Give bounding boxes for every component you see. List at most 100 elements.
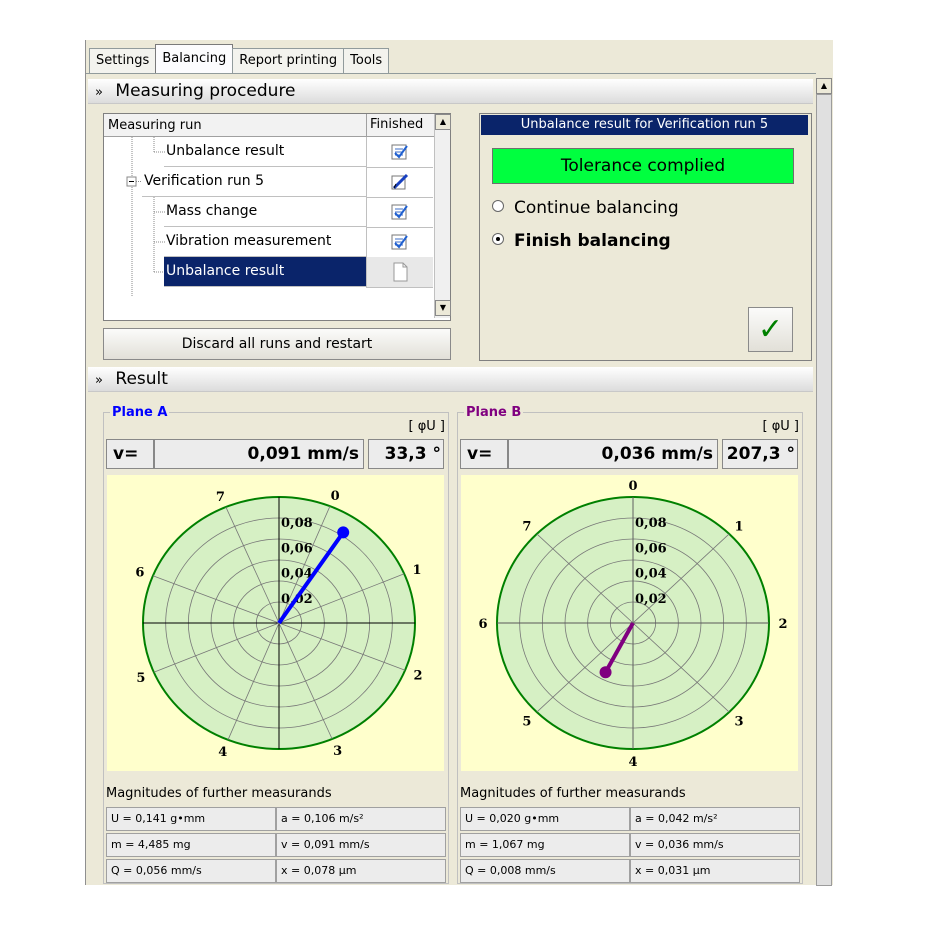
done-checklist-icon bbox=[391, 234, 408, 250]
measurand-cell: U = 0,141 g•mm bbox=[106, 807, 276, 831]
tab-bar: Settings Balancing Report printing Tools bbox=[89, 43, 390, 73]
finished-cell bbox=[366, 257, 433, 288]
measurand-cell: Q = 0,008 mm/s bbox=[460, 859, 630, 883]
result-header[interactable]: » Result bbox=[88, 367, 813, 392]
blank-page-icon bbox=[393, 262, 408, 282]
measuring-procedure-title: Measuring procedure bbox=[115, 81, 296, 101]
radio-label: Finish balancing bbox=[514, 231, 671, 251]
ring-label: 0,08 bbox=[281, 516, 313, 531]
v-label: v= bbox=[460, 439, 508, 469]
column-measuring-run[interactable]: Measuring run bbox=[108, 118, 202, 133]
tree-row[interactable]: Verification run 5 bbox=[104, 167, 434, 198]
finished-cell bbox=[366, 137, 433, 168]
scrollbar-thumb[interactable] bbox=[816, 94, 832, 886]
main-scrollbar[interactable]: ▲ bbox=[816, 78, 832, 886]
tree-row[interactable]: Unbalance result bbox=[104, 137, 434, 168]
tab-divider bbox=[86, 73, 816, 74]
tab-report-printing[interactable]: Report printing bbox=[232, 48, 345, 73]
sector-label: 4 bbox=[628, 755, 637, 770]
tree-row-selected[interactable]: Unbalance result bbox=[104, 257, 434, 288]
ring-label: 0,02 bbox=[635, 592, 667, 607]
tree-row[interactable]: Vibration measurement bbox=[104, 227, 434, 258]
finish-balancing-radio[interactable]: Finish balancing bbox=[492, 231, 671, 251]
velocity-row: v= 0,091 mm/s 33,3 ° bbox=[106, 439, 444, 469]
tab-balancing[interactable]: Balancing bbox=[155, 44, 234, 73]
measurand-cell: Q = 0,056 mm/s bbox=[106, 859, 276, 883]
scroll-up-arrow-icon[interactable]: ▲ bbox=[816, 78, 832, 94]
collapse-chevron-icon[interactable]: » bbox=[88, 81, 110, 105]
tab-settings[interactable]: Settings bbox=[89, 48, 157, 73]
continue-balancing-radio[interactable]: Continue balancing bbox=[492, 198, 679, 218]
collapse-chevron-icon[interactable]: » bbox=[88, 369, 110, 393]
radio-label: Continue balancing bbox=[514, 198, 679, 218]
sector-label: 5 bbox=[522, 715, 531, 730]
sector-label: 0 bbox=[628, 479, 637, 494]
tree-row[interactable]: Mass change bbox=[104, 197, 434, 228]
unbalance-result-panel: Unbalance result for Verification run 5 … bbox=[479, 113, 812, 361]
tab-tools[interactable]: Tools bbox=[343, 48, 390, 73]
sector-label: 7 bbox=[522, 519, 531, 534]
sector-label: 2 bbox=[414, 669, 423, 684]
plane-b-title: Plane B bbox=[464, 405, 524, 420]
sector-label: 3 bbox=[333, 744, 342, 759]
sector-label: 5 bbox=[136, 671, 145, 686]
sector-label: 7 bbox=[216, 490, 225, 505]
polar-plot: 012345670,020,040,060,08 bbox=[135, 489, 423, 760]
sector-label: 1 bbox=[735, 519, 744, 534]
measurand-cell: m = 4,485 mg bbox=[106, 833, 276, 857]
scroll-down-arrow-icon[interactable]: ▼ bbox=[435, 300, 451, 316]
v-value: 0,091 mm/s bbox=[154, 439, 364, 469]
ring-label: 0,06 bbox=[281, 541, 313, 556]
sector-label: 1 bbox=[413, 563, 422, 578]
finished-cell bbox=[366, 197, 433, 228]
row-label: Unbalance result bbox=[166, 263, 285, 279]
unit-label: [ φU ] bbox=[408, 419, 446, 434]
sector-label: 6 bbox=[135, 565, 144, 580]
plane-a-panel: Plane A [ φU ] v= 0,091 mm/s 33,3 ° 0 1 2 3… bbox=[103, 405, 449, 884]
finished-cell bbox=[366, 227, 433, 258]
further-measurands-label: Magnitudes of further measurands bbox=[460, 786, 686, 801]
measurand-cell: x = 0,078 µm bbox=[276, 859, 446, 883]
measuring-run-table[interactable]: Measuring run Finished Unbalance result bbox=[103, 113, 451, 321]
discard-runs-button[interactable]: Discard all runs and restart bbox=[103, 328, 451, 360]
v-value: 0,036 mm/s bbox=[508, 439, 718, 469]
sector-label: 2 bbox=[778, 617, 787, 632]
plane-b-panel: Plane B [ φU ] v= 0,036 mm/s 207,3 ° 0 1 2… bbox=[457, 405, 803, 884]
polar-chart: 012345670,020,040,060,08 bbox=[107, 475, 444, 771]
polar-plot: 0 1 2 3 4 5 6 7 0,02 0,04 0,06 0,08 bbox=[478, 479, 787, 770]
measurand-cell: a = 0,106 m/s² bbox=[276, 807, 446, 831]
result-title: Result bbox=[115, 369, 168, 389]
done-checklist-icon bbox=[391, 204, 408, 220]
velocity-row: v= 0,036 mm/s 207,3 ° bbox=[460, 439, 798, 469]
scroll-up-arrow-icon[interactable]: ▲ bbox=[435, 114, 451, 130]
column-finished[interactable]: Finished bbox=[366, 114, 436, 136]
row-label: Verification run 5 bbox=[144, 173, 264, 189]
vector-tip-marker bbox=[337, 526, 350, 539]
measurand-cell: x = 0,031 µm bbox=[630, 859, 800, 883]
measurand-cell: U = 0,020 g•mm bbox=[460, 807, 630, 831]
table-scrollbar[interactable]: ▲ ▼ bbox=[434, 114, 451, 318]
radio-circle-icon[interactable] bbox=[492, 200, 504, 212]
sector-label: 3 bbox=[735, 715, 744, 730]
ring-label: 0,08 bbox=[635, 516, 667, 531]
measurand-cell: a = 0,042 m/s² bbox=[630, 807, 800, 831]
sector-label: 0 bbox=[331, 489, 340, 504]
tolerance-status: Tolerance complied bbox=[492, 148, 794, 184]
radio-selected-icon[interactable] bbox=[492, 233, 504, 245]
confirm-check-button[interactable]: ✓ bbox=[748, 307, 793, 352]
table-header: Measuring run Finished bbox=[104, 114, 434, 137]
measurand-cell: v = 0,091 mm/s bbox=[276, 833, 446, 857]
vector-tip-marker bbox=[599, 666, 612, 679]
measurand-cell: m = 1,067 mg bbox=[460, 833, 630, 857]
in-progress-pen-icon bbox=[391, 173, 409, 190]
sector-label: 6 bbox=[478, 617, 487, 632]
plane-a-title: Plane A bbox=[110, 405, 170, 420]
further-measurands-label: Magnitudes of further measurands bbox=[106, 786, 332, 801]
ring-label: 0,04 bbox=[635, 567, 667, 582]
unit-label: [ φU ] bbox=[762, 419, 800, 434]
measuring-procedure-header[interactable]: » Measuring procedure bbox=[88, 79, 813, 104]
row-label: Vibration measurement bbox=[166, 233, 332, 249]
v-label: v= bbox=[106, 439, 154, 469]
sector-label: 4 bbox=[218, 745, 227, 760]
ring-label: 0,06 bbox=[635, 541, 667, 556]
